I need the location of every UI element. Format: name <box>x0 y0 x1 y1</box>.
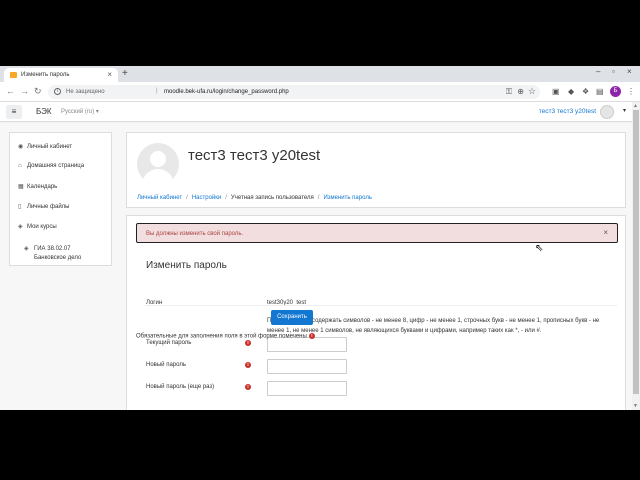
site-navbar: ≡ БЭК Русский (ru) ▾ тест3 тест3 у20test… <box>0 102 632 122</box>
course-code: ГИА 38.02.07 <box>34 246 71 252</box>
mouse-cursor-icon: ⇖ <box>535 243 544 254</box>
browser-window: Изменить пароль × + – ▫ × ← → ↻ i Не защ… <box>0 66 640 410</box>
extension-icon[interactable]: ▤ <box>596 86 604 97</box>
scrollbar-thumb[interactable] <box>633 110 639 394</box>
breadcrumb-account: Учетная запись пользователя <box>230 195 314 201</box>
form-divider <box>145 305 617 306</box>
window-close-icon[interactable]: × <box>627 67 632 76</box>
browser-toolbar: ← → ↻ i Не защищено | moodle.bek-ufa.ru/… <box>0 82 640 102</box>
language-selector[interactable]: Русский (ru) ▾ <box>61 108 99 115</box>
extension-icon[interactable]: ◆ <box>568 86 574 97</box>
info-icon[interactable]: i <box>54 88 61 95</box>
repeat-password-label: Новый пароль (еще раз) <box>146 384 215 390</box>
sidebar-item-files[interactable]: ▯ Личные файлы <box>18 203 69 210</box>
main-region: Вы должны изменить свой пароль. × Измени… <box>126 215 626 410</box>
back-icon[interactable]: ← <box>6 86 15 97</box>
address-bar[interactable]: i Не защищено | moodle.bek-ufa.ru/login/… <box>48 85 540 99</box>
chevron-down-icon[interactable]: ▾ <box>623 107 626 114</box>
sidebar-item-home[interactable]: ⌂ Домашняя страница <box>18 163 84 169</box>
security-label: Не защищено <box>66 88 105 95</box>
breadcrumb-dashboard[interactable]: Личный кабинет <box>137 195 182 201</box>
course-name: Банковское дело <box>34 255 82 261</box>
navigation-block: ◉ Личный кабинет ⌂ Домашняя страница ▦ Кале… <box>9 132 112 266</box>
close-tab-icon[interactable]: × <box>107 70 112 79</box>
translate-icon[interactable]: ⊕ <box>517 87 524 96</box>
more-menu-icon[interactable]: ⋮ <box>627 86 635 97</box>
forward-icon[interactable]: → <box>20 86 29 97</box>
graduation-cap-icon: ◈ <box>18 224 23 230</box>
scroll-up-icon[interactable]: ▲ <box>633 103 638 109</box>
breadcrumb-change-password[interactable]: Изменить пароль <box>323 195 372 201</box>
dashboard-icon: ◉ <box>18 144 24 150</box>
extension-icon[interactable]: ❖ <box>582 86 589 97</box>
page-title: тест3 тест3 у20test <box>188 147 321 164</box>
alert-text: Вы должны изменить свой пароль. <box>146 230 244 237</box>
avatar-body-icon <box>142 169 174 185</box>
favicon-icon <box>10 72 17 78</box>
new-password-label: Новый пароль <box>146 362 186 368</box>
breadcrumb: Личный кабинет / Настройки / Учетная запись … <box>137 195 372 201</box>
tab-strip: Изменить пароль × + – ▫ × <box>0 66 640 82</box>
browser-tab[interactable]: Изменить пароль × <box>4 68 118 82</box>
sidebar-item-label: Домашняя страница <box>27 163 85 169</box>
minimize-icon[interactable]: – <box>596 67 600 76</box>
site-brand[interactable]: БЭК <box>36 107 52 116</box>
url-text[interactable]: moodle.bek-ufa.ru/login/change_password.… <box>164 89 289 95</box>
page-content: ◉ Личный кабинет ⌂ Домашняя страница ▦ Кале… <box>0 123 632 410</box>
required-icon: ! <box>245 384 251 390</box>
avatar-head-icon <box>150 151 166 167</box>
breadcrumb-settings[interactable]: Настройки <box>192 195 221 201</box>
required-icon: ! <box>245 362 251 368</box>
password-policy: Пароль должен содержать символов - не ме… <box>267 318 600 334</box>
save-button[interactable]: Сохранить <box>271 310 313 325</box>
required-icon: ! <box>245 340 251 346</box>
page-header: тест3 тест3 у20test Личный кабинет / Настр… <box>126 132 626 208</box>
sidebar-item-label: Мои курсы <box>27 224 57 230</box>
user-avatar[interactable] <box>600 105 614 119</box>
repeat-password-input[interactable] <box>267 381 347 396</box>
profile-avatar[interactable]: Б <box>610 86 621 97</box>
required-icon: ! <box>308 333 315 339</box>
key-icon[interactable]: ⚿ <box>506 87 512 97</box>
new-tab-button[interactable]: + <box>122 68 128 80</box>
bookmark-star-icon[interactable]: ☆ <box>528 86 536 97</box>
file-icon: ▯ <box>18 204 22 210</box>
sidebar-item-dashboard[interactable]: ◉ Личный кабинет <box>18 143 72 150</box>
home-icon: ⌂ <box>18 163 22 169</box>
current-password-label: Текущий пароль <box>146 340 192 346</box>
user-menu-name[interactable]: тест3 тест3 у20test <box>539 108 596 115</box>
required-note-text: Обязательные для заполнения поля в этой … <box>136 333 307 340</box>
reload-icon[interactable]: ↻ <box>34 86 42 97</box>
new-password-input[interactable] <box>267 359 347 374</box>
sidebar-item-label: Личные файлы <box>27 204 70 210</box>
sidebar-item-my-courses[interactable]: ◈ Мои курсы <box>18 223 57 230</box>
calendar-icon: ▦ <box>18 184 24 190</box>
profile-avatar[interactable] <box>137 143 179 185</box>
tab-title: Изменить пароль <box>21 72 70 78</box>
scroll-down-icon[interactable]: ▼ <box>633 403 638 409</box>
breadcrumb-separator: / <box>225 195 227 201</box>
required-fields-note: Обязательные для заполнения поля в этой … <box>136 333 315 340</box>
close-icon[interactable]: × <box>603 228 608 237</box>
page-scrollbar[interactable]: ▲ ▼ <box>632 102 640 410</box>
alert-message: Вы должны изменить свой пароль. × <box>136 223 618 243</box>
breadcrumb-separator: / <box>186 195 188 201</box>
extension-icon[interactable]: ▣ <box>552 86 560 97</box>
graduation-cap-icon: ◈ <box>24 246 29 252</box>
url-separator: | <box>156 88 158 94</box>
sidebar-item-calendar[interactable]: ▦ Календарь <box>18 183 57 190</box>
hamburger-menu-icon[interactable]: ≡ <box>6 105 22 119</box>
sidebar-item-label: Личный кабинет <box>27 144 73 150</box>
maximize-icon[interactable]: ▫ <box>612 67 615 76</box>
breadcrumb-separator: / <box>317 195 320 201</box>
form-title: Изменить пароль <box>146 260 227 271</box>
sidebar-item-label: Календарь <box>27 184 58 190</box>
